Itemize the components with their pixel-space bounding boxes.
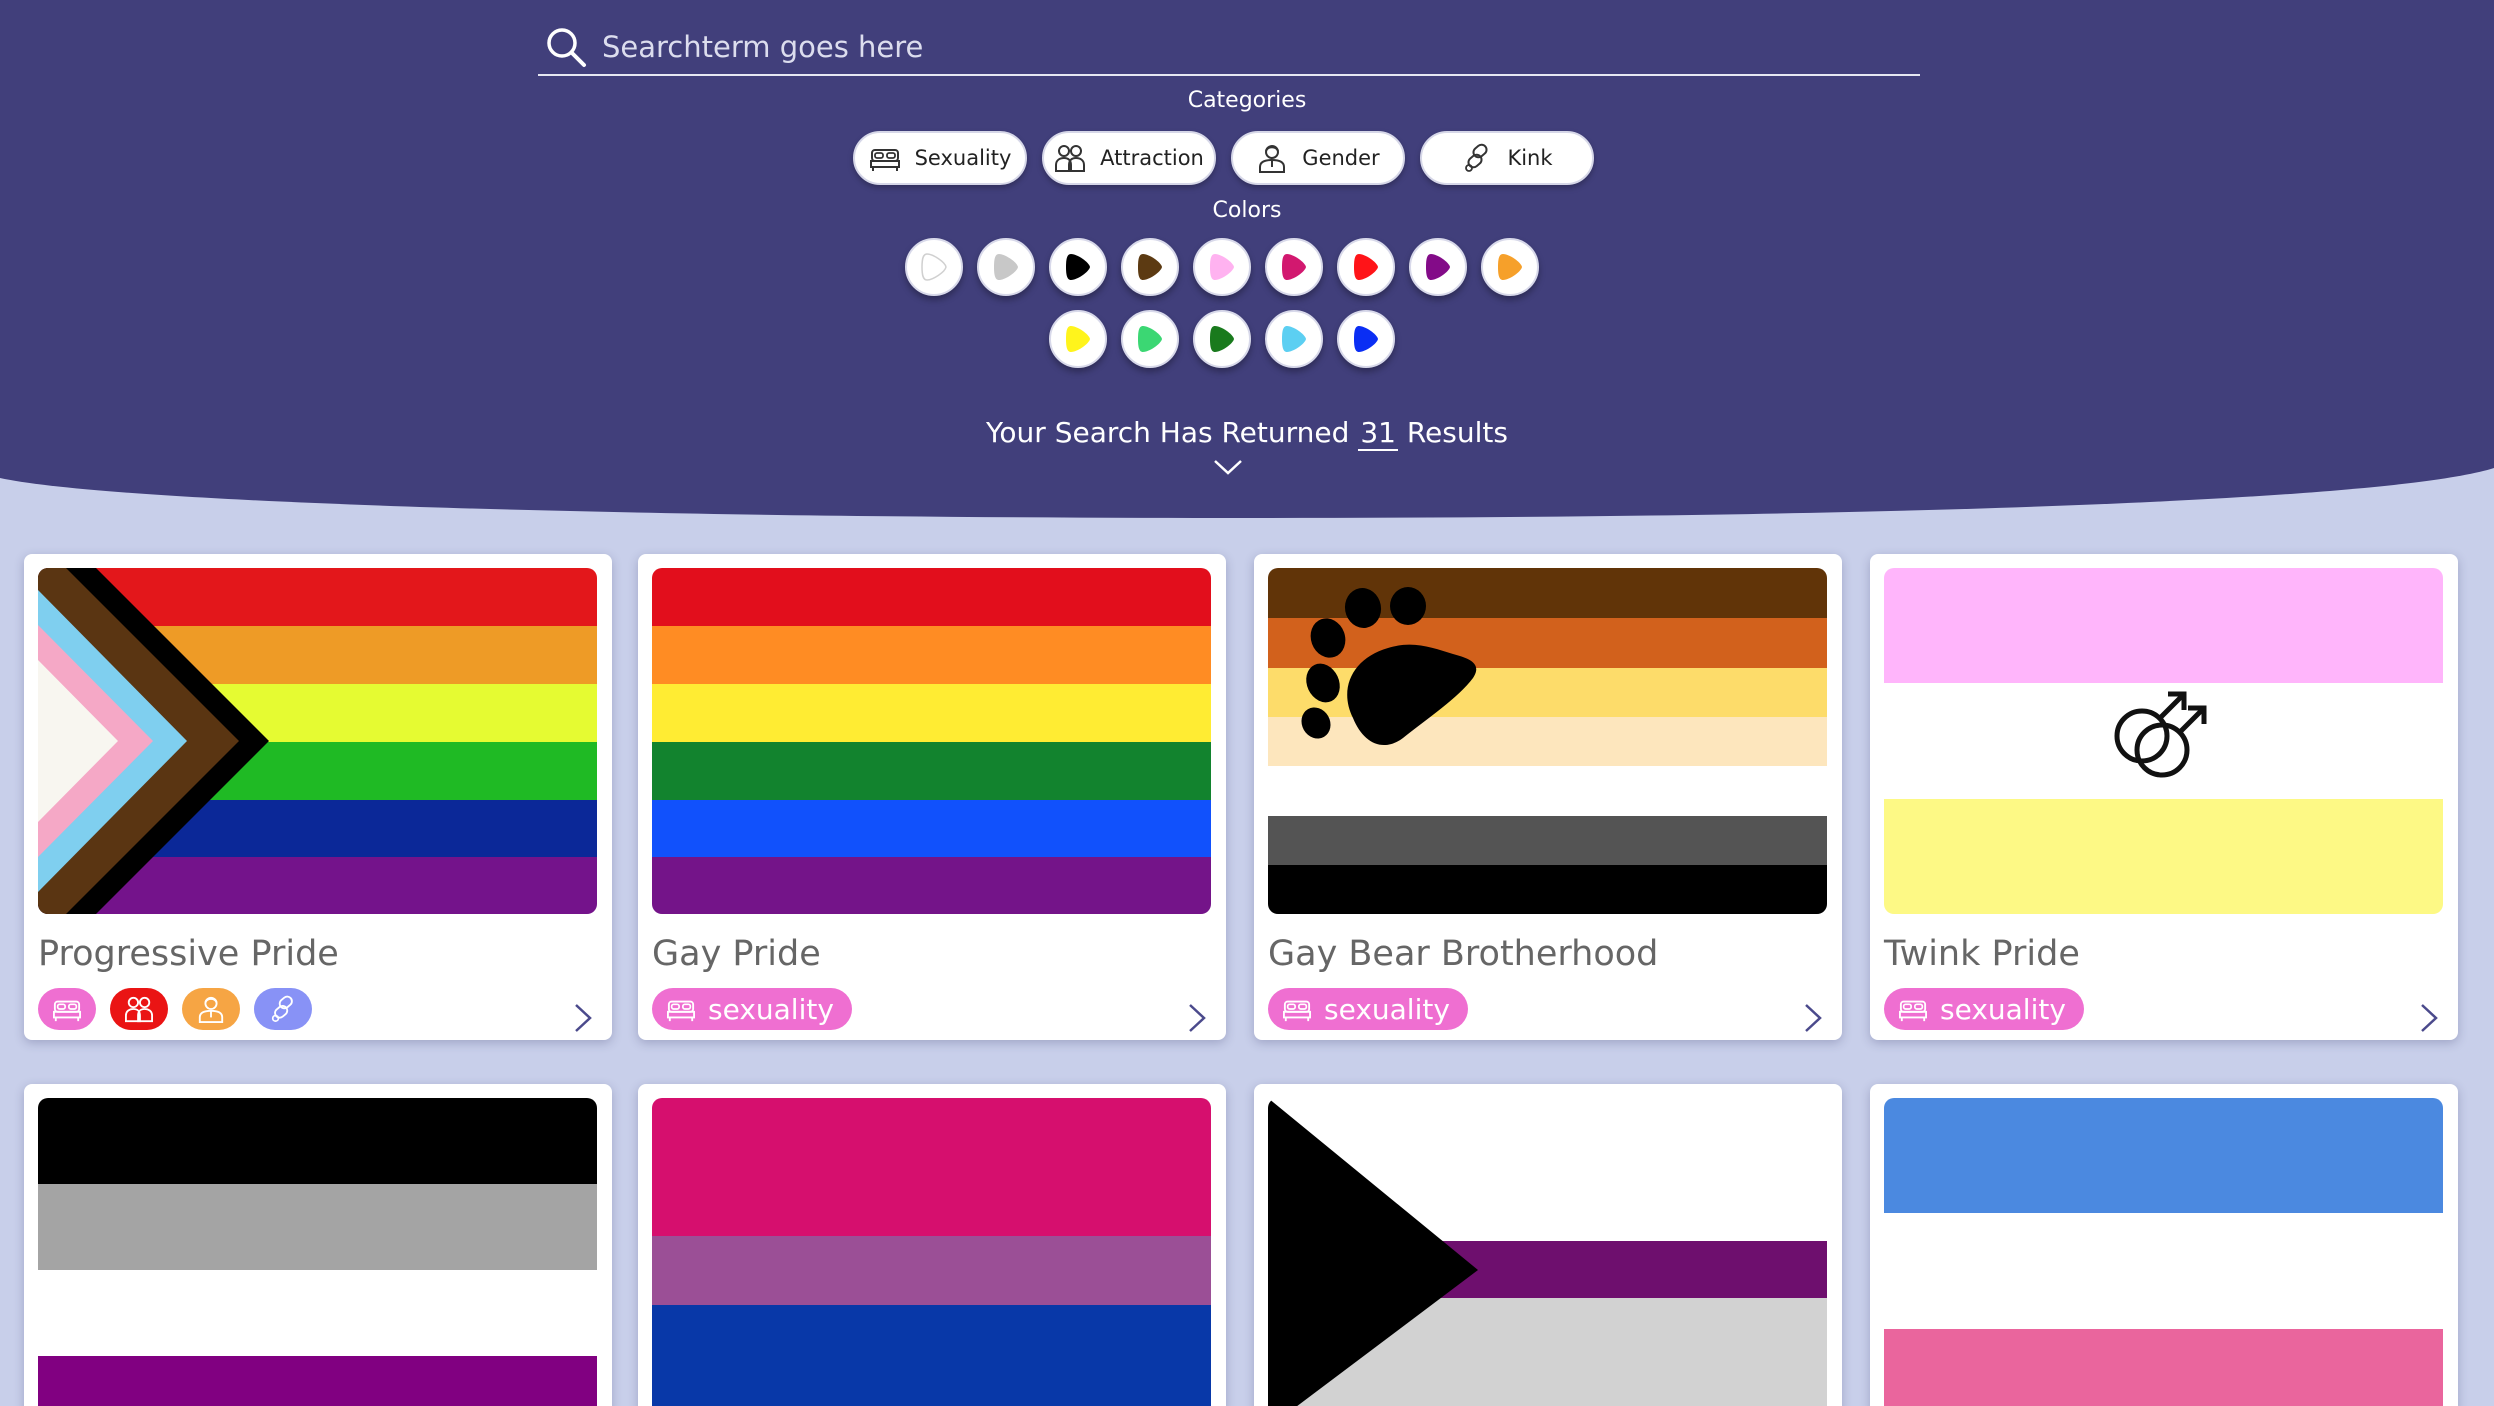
tag-label: sexuality (1324, 992, 1450, 1026)
color-filter-button[interactable] (1265, 310, 1323, 368)
color-filter-button[interactable] (1409, 238, 1467, 296)
color-filter-button[interactable] (1337, 238, 1395, 296)
colors-title: Colors (1212, 198, 1282, 223)
chain-link-icon (271, 995, 293, 1022)
color-filter-button[interactable] (1049, 238, 1107, 296)
flag-image (652, 1098, 1211, 1406)
couple-icon (1055, 145, 1086, 172)
chevron-right-icon[interactable] (1186, 1002, 1208, 1034)
tag-list: sexuality (652, 988, 852, 1030)
results-summary: Your Search Has Returned 31 Results (0, 416, 2494, 451)
color-drop-icon (1210, 254, 1234, 280)
color-filter-button[interactable] (977, 238, 1035, 296)
flag-card[interactable]: Progressive Pride (24, 554, 612, 1040)
bed-icon (869, 149, 900, 171)
tag-list: sexuality (1884, 988, 2084, 1030)
color-drop-icon (1282, 254, 1306, 280)
card-title: Gay Pride (652, 934, 821, 974)
search-header: Categories Sexuality Attraction (0, 0, 2494, 520)
category-filter-group: Sexuality Attraction Gender Kink (853, 131, 1594, 185)
results-prefix: Your Search Has Returned (986, 416, 1350, 449)
category-button-attraction[interactable]: Attraction (1042, 131, 1216, 185)
tag-attraction[interactable] (110, 988, 168, 1030)
card-title: Gay Bear Brotherhood (1268, 934, 1659, 974)
results-suffix: Results (1406, 416, 1508, 449)
person-icon (1259, 145, 1286, 173)
chevron-right-icon[interactable] (572, 1002, 594, 1034)
color-drop-icon (1354, 326, 1378, 352)
bed-icon (53, 1000, 81, 1022)
flag-card[interactable] (1870, 1084, 2458, 1406)
chevron-right-icon[interactable] (1802, 1002, 1824, 1034)
flag-image (38, 568, 597, 914)
chevron-right-icon[interactable] (2418, 1002, 2440, 1034)
person-icon (198, 996, 224, 1023)
tag-label: sexuality (708, 992, 834, 1026)
color-filter-button[interactable] (1193, 310, 1251, 368)
tag-kink[interactable] (254, 988, 312, 1030)
color-drop-icon (1138, 254, 1162, 280)
color-drop-icon (1354, 254, 1378, 280)
category-label: Gender (1302, 146, 1380, 170)
category-label: Sexuality (914, 146, 1012, 170)
bed-icon (1283, 1000, 1311, 1022)
tag-label: sexuality (1940, 992, 2066, 1026)
chain-link-icon (1465, 143, 1488, 172)
color-drop-icon (1138, 326, 1162, 352)
color-drop-icon (1498, 254, 1522, 280)
category-label: Attraction (1100, 146, 1204, 170)
color-filter-button[interactable] (1121, 310, 1179, 368)
chevron-down-icon[interactable] (1212, 456, 1244, 478)
tag-sexuality[interactable]: sexuality (1884, 988, 2084, 1030)
color-filter-button[interactable] (905, 238, 963, 296)
flag-image (38, 1098, 597, 1406)
flag-card[interactable]: Gay Pride sexuality (638, 554, 1226, 1040)
tag-list: sexuality (1268, 988, 1468, 1030)
results-count: 31 (1358, 416, 1398, 451)
tag-list (38, 988, 312, 1030)
card-title: Twink Pride (1884, 934, 2080, 974)
search-bar (538, 20, 1920, 76)
bed-icon (667, 1000, 695, 1022)
color-drop-icon (1282, 326, 1306, 352)
color-filter-button[interactable] (1481, 238, 1539, 296)
flag-card[interactable] (24, 1084, 612, 1406)
flag-card[interactable]: Twink Pride sexuality (1870, 554, 2458, 1040)
search-icon[interactable] (544, 25, 588, 69)
tag-sexuality[interactable] (38, 988, 96, 1030)
color-drop-icon (1066, 326, 1090, 352)
color-drop-icon (1426, 254, 1450, 280)
color-drop-icon (994, 254, 1018, 280)
search-input[interactable] (602, 22, 1920, 72)
category-button-sexuality[interactable]: Sexuality (853, 131, 1027, 185)
color-filter-button[interactable] (1337, 310, 1395, 368)
flag-image (1884, 1098, 2443, 1406)
color-drop-icon (1210, 326, 1234, 352)
category-button-kink[interactable]: Kink (1420, 131, 1594, 185)
card-title: Progressive Pride (38, 934, 339, 974)
flag-image (1268, 568, 1827, 914)
couple-icon (125, 996, 153, 1023)
flag-card[interactable] (1254, 1084, 1842, 1406)
categories-title: Categories (1187, 88, 1307, 113)
tag-sexuality[interactable]: sexuality (1268, 988, 1468, 1030)
color-drop-icon (1066, 254, 1090, 280)
color-drop-icon (921, 253, 947, 281)
flag-image (1268, 1098, 1827, 1406)
color-filter-button[interactable] (1121, 238, 1179, 296)
flag-card[interactable] (638, 1084, 1226, 1406)
color-filter-button[interactable] (1265, 238, 1323, 296)
flag-image (1884, 568, 2443, 914)
bed-icon (1899, 1000, 1927, 1022)
color-filter-button[interactable] (1049, 310, 1107, 368)
flag-image (652, 568, 1211, 914)
flag-card[interactable]: Gay Bear Brotherhood sexuality (1254, 554, 1842, 1040)
category-label: Kink (1507, 146, 1553, 170)
tag-sexuality[interactable]: sexuality (652, 988, 852, 1030)
color-filter-button[interactable] (1193, 238, 1251, 296)
tag-gender[interactable] (182, 988, 240, 1030)
category-button-gender[interactable]: Gender (1231, 131, 1405, 185)
